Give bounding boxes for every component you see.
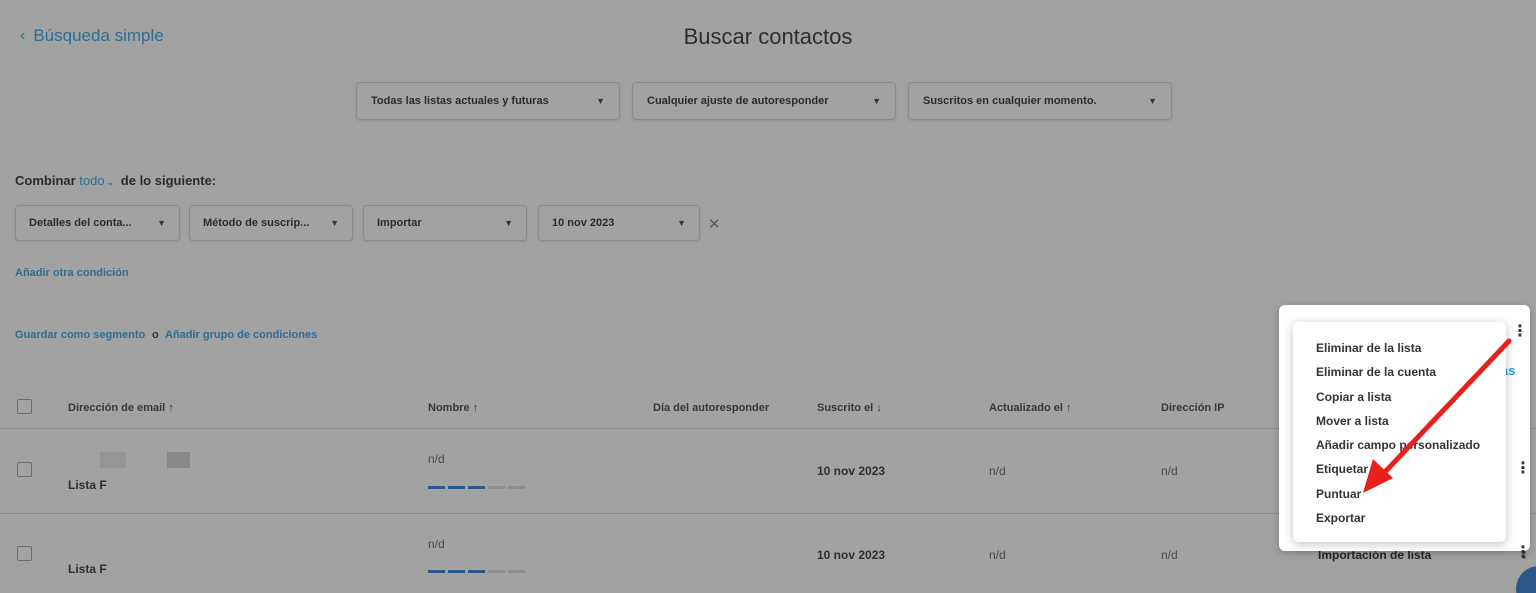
search-contacts-page: ‹ Búsqueda simple Buscar contactos Todas… — [0, 0, 1536, 593]
annotation-arrow-icon — [1363, 338, 1512, 493]
